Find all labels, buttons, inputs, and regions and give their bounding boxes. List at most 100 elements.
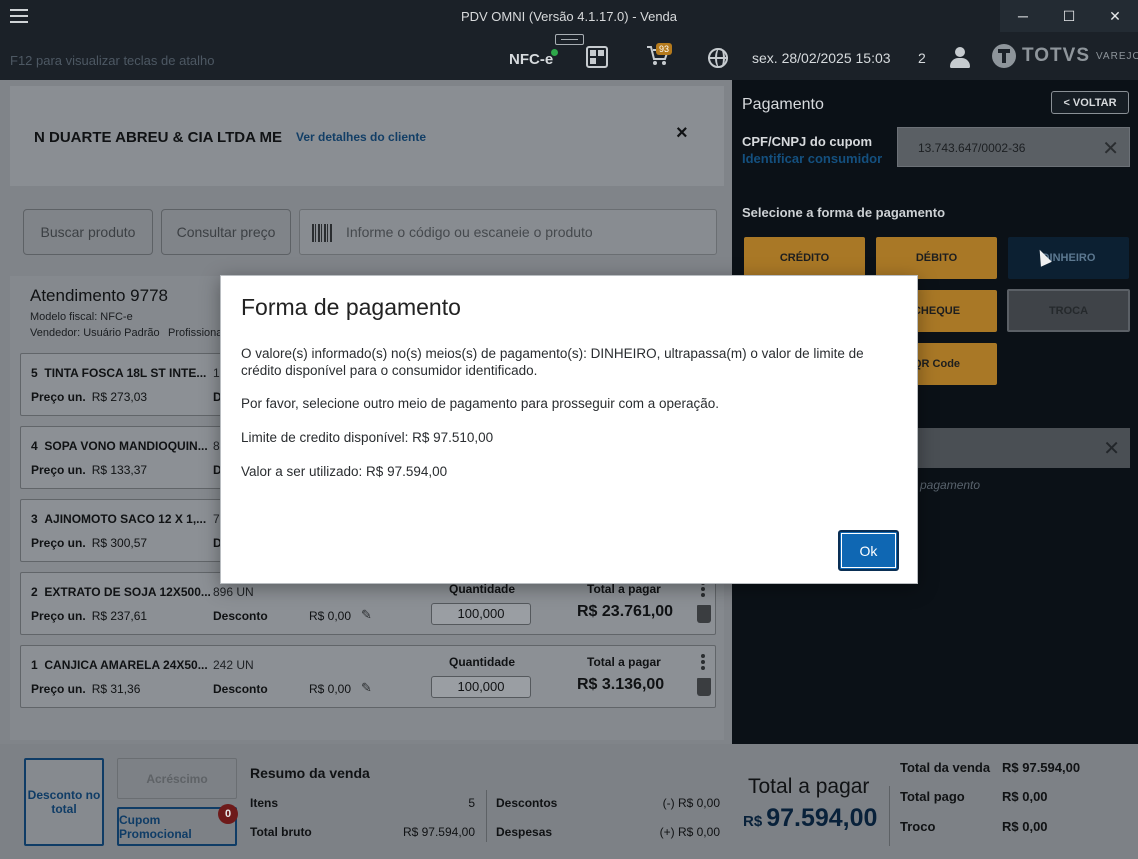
quantity-label: Quantidade: [449, 582, 516, 596]
edit-discount-icon[interactable]: ✎: [361, 607, 372, 623]
change-label: Troco: [900, 819, 936, 834]
search-product-button[interactable]: Buscar produto: [23, 209, 153, 255]
qr-code-icon[interactable]: [586, 46, 608, 68]
totvs-logo: TOTVS VAREJO: [992, 44, 1138, 68]
doc-type-label[interactable]: NFC-e: [509, 51, 553, 68]
item-index: 5: [31, 366, 38, 380]
total-to-pay-label: Total a pagar: [748, 775, 870, 798]
price-value: R$ 273,03: [91, 390, 148, 404]
item-code: 896 UN: [213, 585, 254, 599]
customer-details-link[interactable]: Ver detalhes do cliente: [296, 130, 426, 144]
total-discount-button[interactable]: Desconto no total: [24, 758, 104, 846]
surcharge-button[interactable]: Acréscimo: [117, 758, 237, 799]
professional-label: Profissional: [168, 327, 225, 339]
price-label: Preço un.: [31, 682, 86, 696]
trash-icon[interactable]: [697, 678, 711, 696]
item-code: 1: [213, 366, 220, 380]
clear-cpf-icon[interactable]: ✕: [1102, 136, 1119, 161]
items-label: Itens: [250, 796, 279, 810]
product-scan-input[interactable]: Informe o código ou escaneie o produto: [299, 209, 717, 255]
remove-customer-button[interactable]: ×: [676, 122, 688, 145]
user-icon[interactable]: [950, 47, 970, 69]
sale-total-label: Total da venda: [900, 760, 991, 775]
total-to-pay-value: R$ 97.594,00: [743, 804, 877, 833]
item-code: 8: [213, 439, 220, 453]
seller-label: Vendedor: Usuário Padrão: [30, 327, 160, 339]
pay-credito-button[interactable]: CRÉDITO: [744, 237, 865, 279]
dialog-message: O valore(s) informado(s) no(s) meios(s) …: [241, 346, 864, 378]
price-label: Preço un.: [31, 609, 86, 623]
total-currency: R$: [743, 813, 763, 830]
close-window-button[interactable]: ✕: [1092, 0, 1138, 32]
title-bar: PDV OMNI (Versão 4.1.17.0) - Venda ─ ☐ ✕: [0, 0, 1138, 32]
trash-icon[interactable]: [697, 605, 711, 623]
total-divider: [889, 786, 890, 846]
payment-note: o pagamento: [910, 478, 981, 492]
price-value: R$ 31,36: [91, 682, 141, 696]
total-paid-label: Total pago: [900, 789, 965, 804]
discount-label: Desconto: [213, 682, 268, 696]
quantity-input[interactable]: 100,000: [431, 603, 531, 625]
discount-value: R$ 0,00: [309, 609, 352, 623]
price-value: R$ 133,37: [91, 463, 148, 477]
item-name-text: AJINOMOTO SACO 12 X 1,...: [44, 512, 207, 526]
pay-dinheiro-button[interactable]: DINHEIRO: [1008, 237, 1129, 279]
total-amount: 97.594,00: [766, 804, 878, 832]
coupon-count-badge: 0: [218, 804, 238, 824]
payment-alert-dialog: Forma de pagamento O valore(s) informado…: [220, 275, 918, 584]
back-button[interactable]: < VOLTAR: [1051, 91, 1129, 114]
globe-icon[interactable]: [708, 48, 728, 68]
discounts-label: Descontos: [496, 796, 558, 810]
price-value: R$ 237,61: [91, 609, 148, 623]
total-label: Total a pagar: [587, 655, 661, 669]
items-value: 5: [468, 796, 475, 810]
item-price: Preço un. R$ 300,57: [31, 536, 147, 550]
select-payment-label: Selecione a forma de pagamento: [742, 205, 946, 220]
cpf-label: CPF/CNPJ do cupom: [742, 134, 873, 149]
dialog-credit-limit: Limite de credito disponível: R$ 97.510,…: [241, 430, 494, 445]
gross-total-label: Total bruto: [250, 825, 312, 839]
customer-name: N DUARTE ABREU & CIA LTDA ME: [34, 129, 283, 146]
logo-brand: TOTVS: [1022, 45, 1090, 66]
item-name-text: EXTRATO DE SOJA 12X500...: [44, 585, 211, 599]
pay-troca-button[interactable]: TROCA: [1007, 289, 1130, 332]
cpf-input[interactable]: 13.743.647/0002-36 ✕: [897, 127, 1130, 167]
expenses-value: (+) R$ 0,00: [659, 825, 720, 839]
identify-consumer-link[interactable]: Identificar consumidor: [742, 151, 882, 166]
cpf-value: 13.743.647/0002-36: [918, 141, 1026, 155]
total-label: Total a pagar: [587, 582, 661, 596]
product-scan-placeholder: Informe o código ou escaneie o produto: [346, 224, 593, 240]
pay-debito-button[interactable]: DÉBITO: [876, 237, 997, 279]
summary-divider: [486, 790, 487, 842]
quantity-input[interactable]: 100,000: [431, 676, 531, 698]
item-name-text: TINTA FOSCA 18L ST INTE...: [44, 366, 207, 380]
minimize-button[interactable]: ─: [1000, 0, 1046, 32]
order-item[interactable]: 1 CANJICA AMARELA 24X50... Preço un. R$ 3…: [20, 645, 716, 708]
ok-button[interactable]: Ok: [838, 530, 899, 571]
item-name: 3 AJINOMOTO SACO 12 X 1,...: [31, 512, 206, 526]
item-price: Preço un. R$ 133,37: [31, 463, 147, 477]
price-label: Preço un.: [31, 463, 86, 477]
gross-total-value: R$ 97.594,00: [402, 825, 475, 839]
more-options-icon[interactable]: [701, 654, 705, 670]
price-label: Preço un.: [31, 390, 86, 404]
summary-title: Resumo da venda: [250, 765, 370, 781]
sale-summary-bar: Desconto no total Acréscimo Cupom Promoc…: [0, 744, 1138, 859]
dialog-amount-used: Valor a ser utilizado: R$ 97.594,00: [241, 464, 448, 479]
edit-discount-icon[interactable]: ✎: [361, 680, 372, 696]
totvs-logo-icon: [992, 44, 1016, 68]
item-name: 1 CANJICA AMARELA 24X50...: [31, 658, 208, 672]
change-value: R$ 0,00: [1002, 819, 1048, 834]
item-index: 2: [31, 585, 38, 599]
barcode-icon: [312, 224, 332, 242]
price-label: Preço un.: [31, 536, 86, 550]
check-price-button[interactable]: Consultar preço: [161, 209, 291, 255]
cash-drawer-icon[interactable]: [555, 34, 584, 45]
app-header: F12 para visualizar teclas de atalho NFC…: [0, 32, 1138, 80]
item-price: Preço un. R$ 31,36: [31, 682, 140, 696]
maximize-button[interactable]: ☐: [1046, 0, 1092, 32]
clear-amount-icon[interactable]: ✕: [1103, 436, 1120, 461]
terminal-count: 2: [918, 50, 926, 66]
discount-label: Desconto: [213, 609, 268, 623]
date-time: sex. 28/02/2025 15:03: [752, 50, 891, 66]
